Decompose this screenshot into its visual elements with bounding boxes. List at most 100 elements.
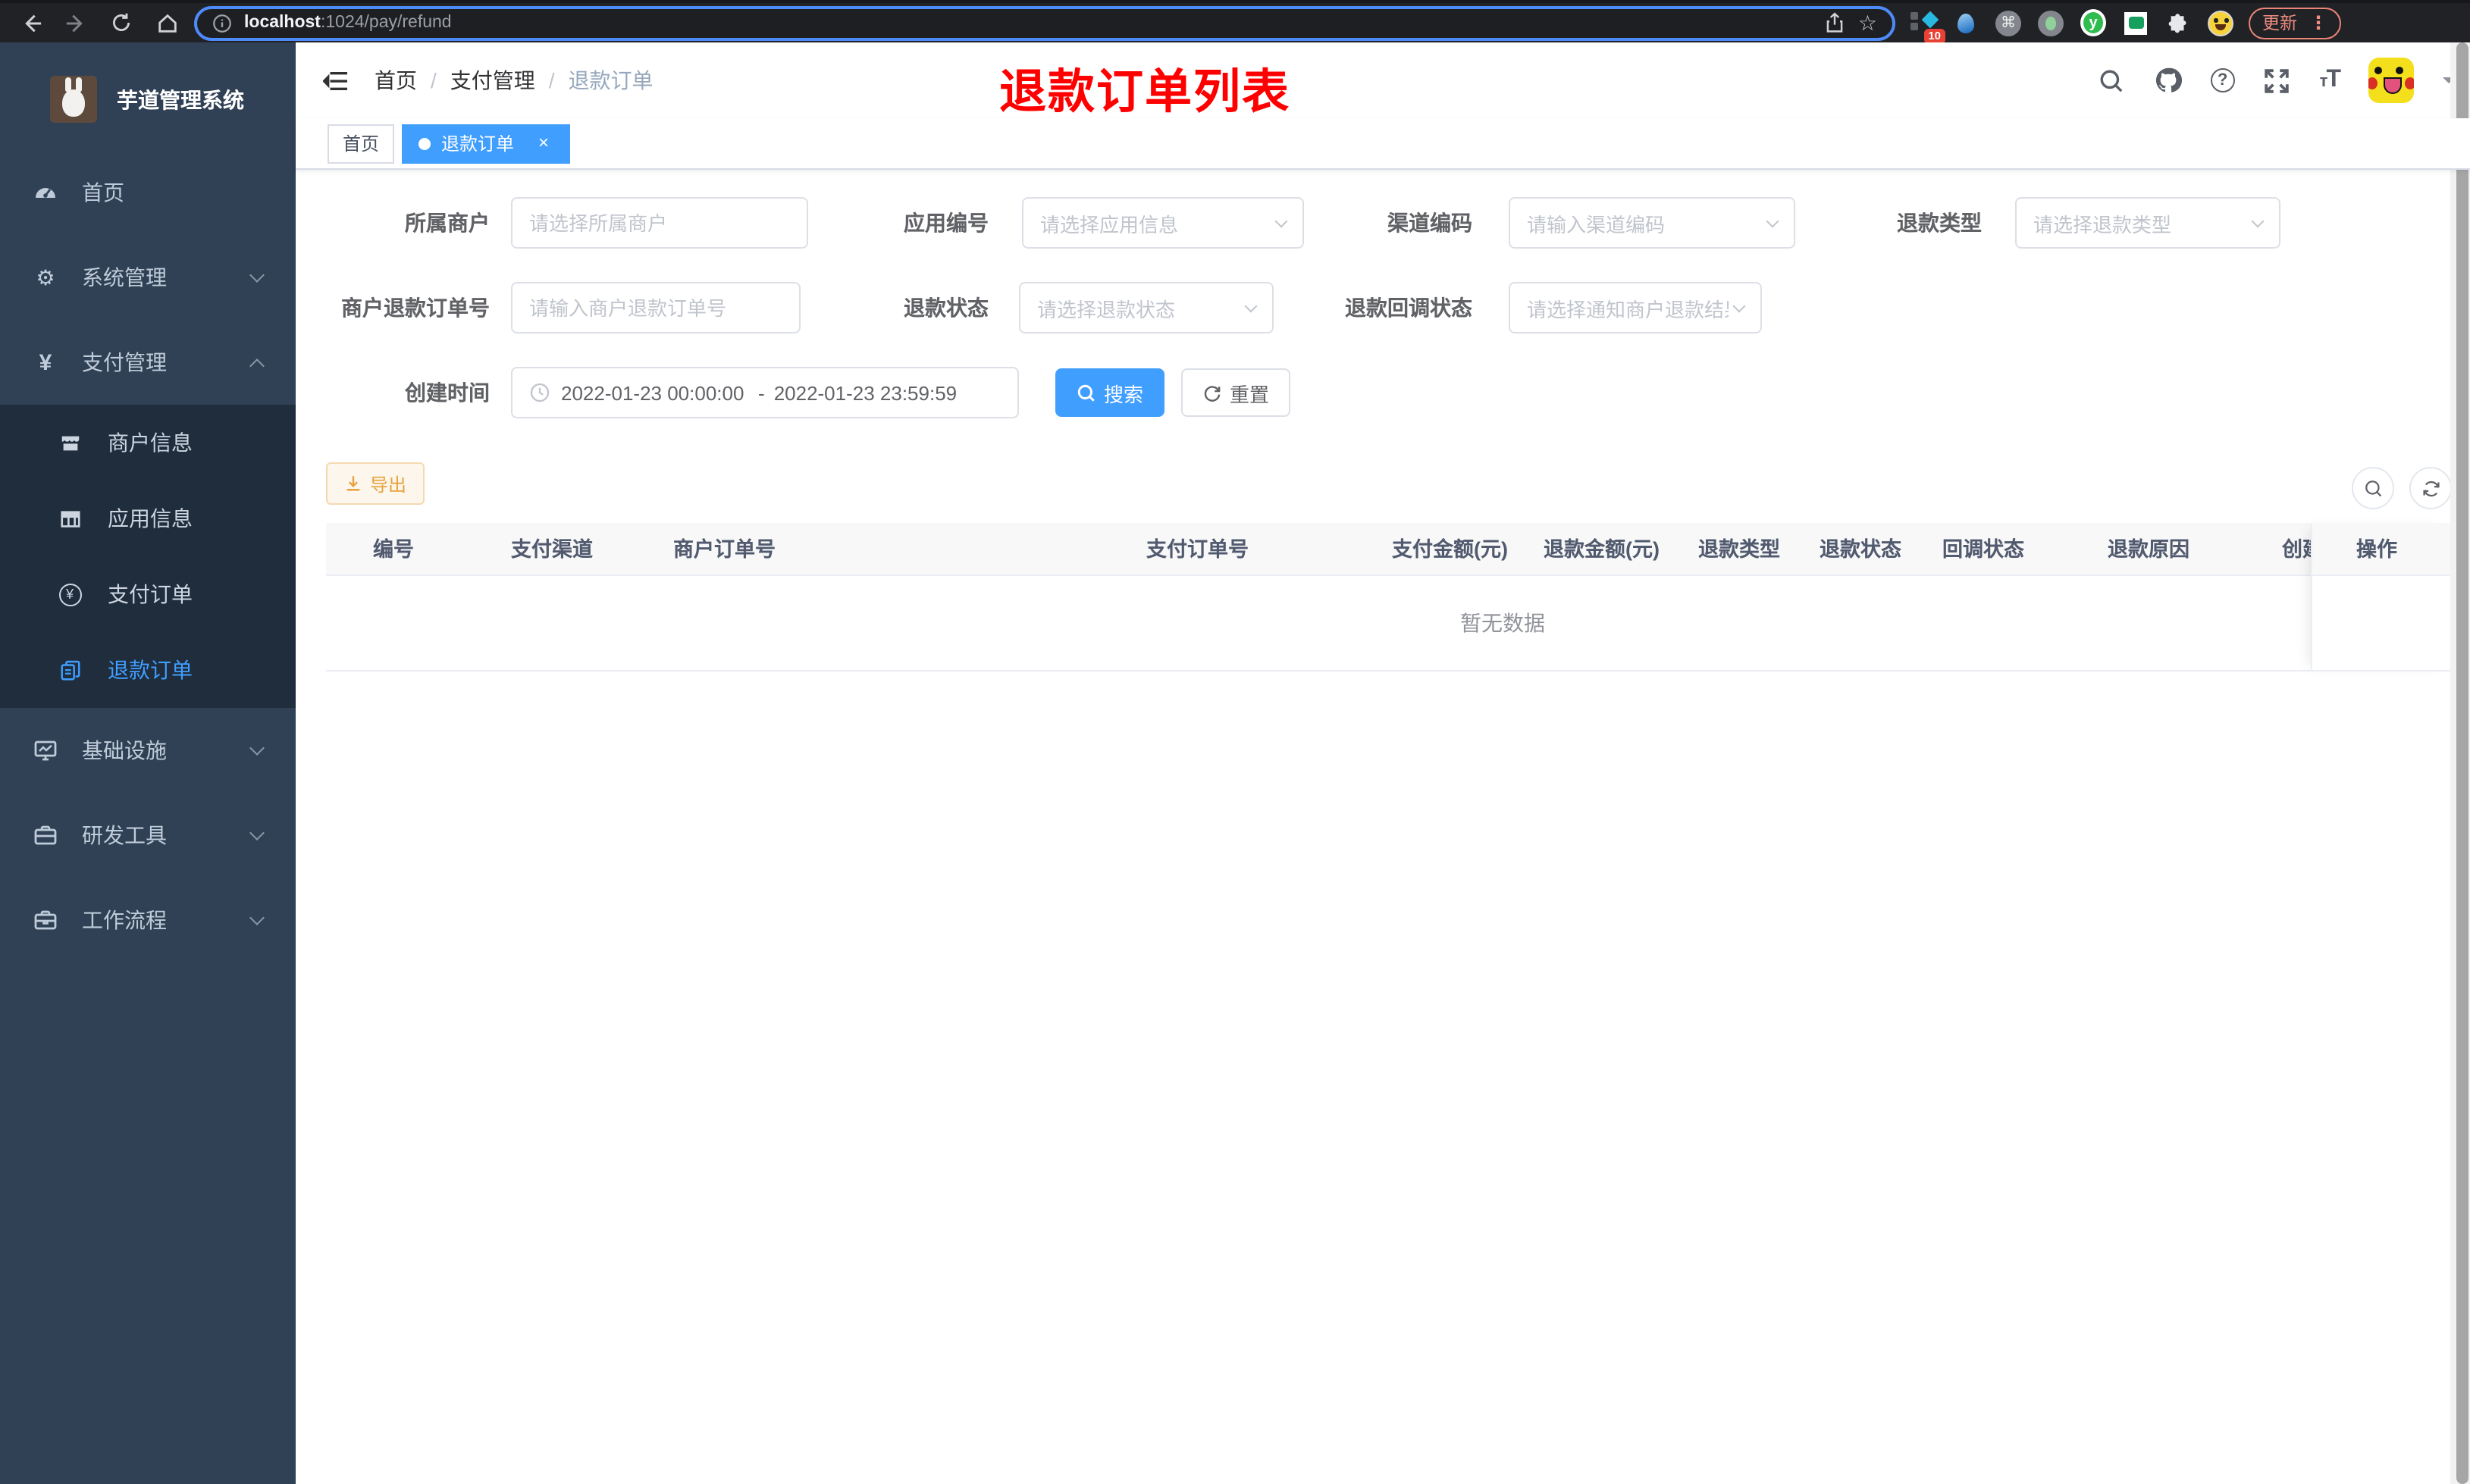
share-icon[interactable] — [1825, 12, 1846, 33]
extension-chat-icon[interactable] — [2123, 10, 2149, 36]
sidebar-item-pay-order[interactable]: ¥ 支付订单 — [0, 556, 296, 632]
sidebar-item-infra[interactable]: 基础设施 — [0, 708, 296, 793]
sidebar-item-label: 退款订单 — [108, 658, 193, 682]
sidebar-item-label: 首页 — [82, 180, 124, 205]
browser-toolbar: localhost:1024/pay/refund ☆ 10 ⌘ y 更新 ⋮ — [0, 0, 2470, 43]
sidebar-item-label: 支付订单 — [108, 582, 193, 606]
filter-label-app: 应用编号 — [904, 211, 989, 235]
sidebar-fold-icon[interactable] — [323, 69, 349, 92]
filter-label-callback-status: 退款回调状态 — [1345, 296, 1472, 320]
tags-view-bar: 首页 退款订单 × — [296, 118, 2470, 170]
chevron-down-icon — [249, 825, 265, 841]
sidebar-item-label: 应用信息 — [108, 506, 193, 531]
window-scrollbar[interactable] — [2450, 42, 2470, 1484]
back-icon[interactable] — [12, 5, 49, 41]
screen: localhost:1024/pay/refund ☆ 10 ⌘ y 更新 ⋮ … — [0, 0, 2470, 1484]
sidebar-item-home[interactable]: 首页 — [0, 150, 296, 235]
channel-select[interactable]: 请输入渠道编码 — [1509, 197, 1795, 249]
sidebar-item-payment[interactable]: ¥ 支付管理 — [0, 320, 296, 405]
monitor-icon — [33, 738, 58, 762]
app-logo — [50, 76, 97, 123]
table-empty-row: 暂无数据 — [326, 578, 2450, 672]
sidebar-item-label: 系统管理 — [82, 265, 167, 290]
tab-label: 首页 — [343, 133, 380, 155]
sidebar-item-workflow[interactable]: 工作流程 — [0, 878, 296, 963]
sidebar-item-system[interactable]: ⚙ 系统管理 — [0, 235, 296, 320]
profile-avatar-icon[interactable] — [2208, 10, 2233, 36]
sidebar-item-label: 工作流程 — [82, 908, 167, 932]
range-start-value[interactable]: 2022-01-23 00:00:00 — [561, 381, 749, 404]
create-time-range-picker[interactable]: 2022-01-23 00:00:00 - 2022-01-23 23:59:5… — [511, 367, 1019, 418]
table-header: 编号 支付渠道 商户订单号 支付订单号 支付金额(元) 退款金额(元) 退款类型… — [326, 523, 2450, 576]
filter-label-create-time: 创建时间 — [405, 380, 490, 405]
col-create-time: 创建时间 — [2282, 538, 2311, 561]
home-icon[interactable] — [149, 5, 185, 41]
browser-menu-icon[interactable]: ⋮ — [2309, 12, 2327, 33]
chevron-down-icon — [1244, 299, 1258, 312]
chevron-up-icon — [249, 358, 265, 373]
extension-recorder-icon[interactable] — [2038, 10, 2064, 36]
callback-status-select[interactable]: 请选择通知商户退款结果的回调状态 — [1509, 282, 1762, 333]
reset-button[interactable]: 重置 — [1181, 368, 1290, 417]
extension-grid-icon[interactable]: 10 — [1910, 10, 1945, 43]
address-bar[interactable]: localhost:1024/pay/refund ☆ — [194, 5, 1895, 40]
breadcrumb-separator: / — [548, 68, 555, 92]
range-end-value[interactable]: 2022-01-23 23:59:59 — [774, 381, 962, 404]
copy-document-icon — [58, 658, 82, 682]
user-avatar[interactable] — [2368, 58, 2414, 103]
extension-y-icon[interactable]: y — [2080, 9, 2106, 36]
fullscreen-icon[interactable] — [2264, 67, 2291, 94]
sidebar-item-label: 基础设施 — [82, 738, 167, 762]
scrollbar-thumb[interactable] — [2456, 42, 2468, 1484]
col-id: 编号 — [373, 538, 414, 561]
browser-update-button[interactable]: 更新 ⋮ — [2249, 7, 2341, 39]
page-content: 所属商户 应用编号 请选择应用信息 渠道编码 请输入渠道编码 退款类型 请选择退… — [296, 170, 2470, 1484]
chevron-down-icon — [2251, 214, 2265, 227]
col-actions: 操作 — [2356, 538, 2397, 561]
breadcrumb-home[interactable]: 首页 — [375, 65, 417, 95]
sidebar-item-app-info[interactable]: 应用信息 — [0, 481, 296, 556]
breadcrumb: 首页 / 支付管理 / 退款订单 — [375, 65, 654, 95]
bookmark-star-icon[interactable]: ☆ — [1858, 12, 1877, 33]
refund-type-select[interactable]: 请选择退款类型 — [2015, 197, 2280, 249]
app-logo-row[interactable]: 芋道管理系统 — [0, 42, 296, 150]
tab-refund-order[interactable]: 退款订单 × — [402, 124, 571, 163]
font-size-icon[interactable]: тT — [2320, 67, 2341, 94]
search-button-label: 搜索 — [1104, 383, 1144, 405]
select-placeholder: 请输入渠道编码 — [1527, 213, 1666, 236]
yen-circle-icon: ¥ — [58, 582, 82, 606]
tab-close-icon[interactable]: × — [534, 133, 553, 153]
help-icon[interactable]: ? — [2210, 68, 2235, 92]
sidebar-item-devtools[interactable]: 研发工具 — [0, 793, 296, 878]
search-icon[interactable] — [2099, 67, 2126, 94]
breadcrumb-current: 退款订单 — [568, 68, 654, 92]
navbar-actions: ? тT — [2099, 42, 2455, 118]
toggle-search-button[interactable] — [2352, 467, 2394, 509]
site-info-icon[interactable] — [212, 13, 232, 33]
range-separator: - — [758, 381, 765, 404]
select-placeholder: 请选择退款状态 — [1037, 298, 1176, 321]
extension-badge: 10 — [1923, 28, 1945, 43]
github-icon[interactable] — [2155, 67, 2182, 94]
export-button[interactable]: 导出 — [326, 462, 425, 505]
merchant-refund-no-input[interactable] — [511, 282, 801, 333]
filter-label-merchant: 所属商户 — [405, 211, 490, 235]
app-select[interactable]: 请选择应用信息 — [1022, 197, 1304, 249]
sidebar-item-merchant-info[interactable]: 商户信息 — [0, 405, 296, 481]
refresh-button[interactable] — [2409, 467, 2452, 509]
filter-label-refund-type: 退款类型 — [1897, 211, 1982, 235]
sidebar-item-refund-order[interactable]: 退款订单 — [0, 632, 296, 708]
extension-balloon-icon[interactable] — [1953, 10, 1979, 36]
search-button[interactable]: 搜索 — [1055, 368, 1164, 417]
reload-icon[interactable] — [103, 5, 139, 41]
refund-status-select[interactable]: 请选择退款状态 — [1019, 282, 1274, 333]
briefcase-icon — [33, 908, 58, 932]
merchant-select-input[interactable] — [511, 197, 808, 249]
filter-label-merchant-refund-no: 商户退款订单号 — [341, 296, 490, 320]
tab-home[interactable]: 首页 — [328, 124, 395, 163]
col-callback-status: 回调状态 — [1942, 538, 2024, 561]
extension-command-icon[interactable]: ⌘ — [1995, 10, 2021, 36]
forward-icon[interactable] — [58, 5, 94, 41]
extensions-puzzle-icon[interactable] — [2165, 10, 2191, 36]
breadcrumb-payment[interactable]: 支付管理 — [450, 65, 535, 95]
